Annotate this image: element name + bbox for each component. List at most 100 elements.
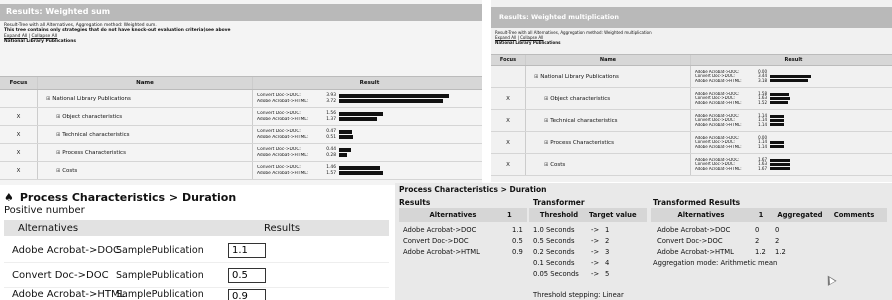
expand-plus-icon[interactable]: ⊞ (544, 96, 548, 102)
col-name-header: Name (38, 77, 253, 89)
weighted-mult-title: Results: Weighted multiplication (491, 7, 892, 28)
table-row: ⊞ National Library Publications Adobe Acro… (491, 66, 892, 88)
result-bar (339, 99, 444, 103)
threshold-value: 0.1 Seconds (533, 259, 575, 267)
duration-input-panel: ♠ Process Characteristics > Duration Pos… (0, 188, 393, 300)
weighted-mult-table: Focus Name Result ⊞ National Library Publ… (491, 54, 892, 176)
expand-plus-icon[interactable]: ⊞ (46, 96, 50, 102)
col-result-header: Result (359, 80, 380, 86)
threshold-arrow: -> (591, 237, 600, 245)
criterion-name[interactable]: ⊞ Object characteristics (526, 88, 691, 109)
threshold-target: 3 (605, 248, 610, 256)
threshold-target: 5 (605, 270, 610, 278)
focus-cell[interactable]: X (491, 132, 526, 153)
expand-plus-icon[interactable]: ⊞ (56, 114, 60, 120)
criterion-name[interactable]: ⊞ Costs (526, 154, 691, 175)
result-alternative: Adobe Acrobat->HTML: (695, 122, 742, 127)
table-row: X ⊞ Costs Convert Doc->DOC: 1.46 Adobe Acroba… (0, 162, 482, 180)
result-cell: Convert Doc->DOC: 1.46 Adobe Acrobat->HTML… (253, 165, 482, 176)
criterion-label: Object characteristics (62, 113, 123, 120)
criterion-label: Object characteristics (550, 95, 611, 102)
result-bar (339, 130, 353, 134)
criterion-name[interactable]: ⊞ Process Characteristics (526, 132, 691, 153)
table-body: ⊞ National Library Publications Convert Do… (0, 90, 482, 180)
transformed-table-header: Alternatives 1 Aggregated Comments (651, 208, 887, 222)
focus-cell[interactable]: X (0, 162, 38, 179)
result-bar (770, 167, 791, 171)
result-value: 0.5 (512, 237, 523, 245)
weighted-sum-meta: Result-Tree with all Alternatives, Aggre… (0, 21, 482, 47)
threshold-target: 1 (605, 226, 610, 234)
threshold-value: 1.0 Seconds (533, 226, 575, 234)
result-alternative: Adobe Acrobat->HTML: (695, 100, 742, 105)
criterion-name[interactable]: ⊞ Technical characteristics (526, 110, 691, 131)
focus-cell (491, 66, 526, 87)
expand-plus-icon[interactable]: ⊞ (544, 162, 548, 168)
criterion-label: National Library Publications (52, 95, 131, 102)
col-alternatives-header: Alternatives (429, 211, 477, 219)
result-value: 3.72 (326, 98, 336, 104)
expand-plus-icon[interactable]: ⊞ (544, 118, 548, 124)
threshold-value: 0.2 Seconds (533, 248, 575, 256)
col-result-header: Result (784, 57, 803, 63)
criterion-name[interactable]: ⊞ National Library Publications (526, 66, 691, 87)
weighted-mult-meta: Result-Tree with all Alternatives, Aggre… (491, 28, 892, 47)
criterion-name[interactable]: ⊞ National Library Publications (38, 90, 253, 107)
expand-plus-icon[interactable]: ⊞ (56, 168, 60, 174)
duration-value-input[interactable] (228, 289, 266, 300)
duration-value-input[interactable] (228, 267, 266, 283)
threshold-arrow: -> (591, 226, 600, 234)
threshold-arrow: -> (591, 270, 600, 278)
result-bar (339, 112, 383, 116)
focus-cell[interactable]: X (491, 110, 526, 131)
transformer-heading: Transformer (533, 198, 585, 207)
focus-cell[interactable]: X (0, 126, 38, 143)
result-value: 1.14 (758, 121, 767, 127)
result-bar (339, 148, 352, 152)
focus-cell[interactable]: X (0, 108, 38, 125)
result-line: Adobe Acrobat->HTML: 1.14 (695, 144, 892, 149)
duration-value-input[interactable] (228, 242, 266, 258)
result-value: 1.52 (758, 99, 767, 105)
table-row: X ⊞ Technical characteristics Adobe Acrobat… (491, 110, 892, 132)
col-comments-header: Comments (833, 211, 875, 219)
expand-plus-icon[interactable]: ⊞ (56, 150, 60, 156)
expand-plus-icon[interactable]: ⊞ (534, 74, 538, 80)
criterion-name[interactable]: ⊞ Process Characteristics (38, 144, 253, 161)
threshold-arrow: -> (591, 248, 600, 256)
result-bar (770, 145, 784, 149)
result-bar (770, 79, 809, 83)
result-line: Adobe Acrobat->HTML: 1.52 (695, 99, 892, 105)
focus-cell[interactable]: X (0, 144, 38, 161)
result-alt: Convert Doc->DOC (403, 237, 469, 245)
results-heading: Results (399, 198, 431, 207)
criterion-name[interactable]: ⊞ Costs (38, 162, 253, 179)
result-line: Adobe Acrobat->HTML: 0.28 (257, 153, 482, 158)
col-threshold-header: Threshold (539, 211, 579, 219)
expand-plus-icon[interactable]: ⊞ (56, 132, 60, 138)
criterion-label: Costs (62, 167, 78, 174)
table-body: ⊞ National Library Publications Adobe Acro… (491, 66, 892, 176)
results-table-header: Alternatives 1 (399, 208, 527, 222)
result-value: 1.1 (512, 226, 523, 234)
table-row: X ⊞ Process Characteristics Convert Doc->DO… (0, 144, 482, 162)
criterion-name[interactable]: ⊞ Technical characteristics (38, 126, 253, 143)
focus-cell[interactable]: X (491, 154, 526, 175)
result-cell: Adobe Acrobat->DOC: 0.00 Convert Doc->DOC:… (691, 135, 892, 149)
criterion-label: Process Characteristics (62, 149, 126, 156)
weighted-sum-table: Focus Name Result ⊞ National Library Publ… (0, 76, 482, 180)
table-row: ⊞ National Library Publications Convert Do… (0, 90, 482, 108)
expand-plus-icon[interactable]: ⊞ (544, 140, 548, 146)
col-aggregated-header: Aggregated (777, 211, 823, 219)
spade-icon: ♠ (4, 191, 14, 204)
criterion-name[interactable]: ⊞ Object characteristics (38, 108, 253, 125)
focus-cell[interactable]: X (491, 88, 526, 109)
result-cell: Convert Doc->DOC: 3.93 Adobe Acrobat->HTML… (253, 93, 482, 104)
publication-name: SamplePublication (116, 269, 204, 281)
table-header: Focus Name Result (491, 54, 892, 66)
duration-row-1: Adobe Acrobat->DOC SamplePublication (4, 238, 389, 263)
result-cell: Adobe Acrobat->DOC: 1.14 Convert Doc->DOC:… (691, 113, 892, 127)
result-cell: Adobe Acrobat->DOC: 1.58 Convert Doc->DOC:… (691, 91, 892, 105)
result-line: Adobe Acrobat->HTML: 1.37 (257, 117, 482, 122)
criterion-label: Technical characteristics (62, 131, 130, 138)
